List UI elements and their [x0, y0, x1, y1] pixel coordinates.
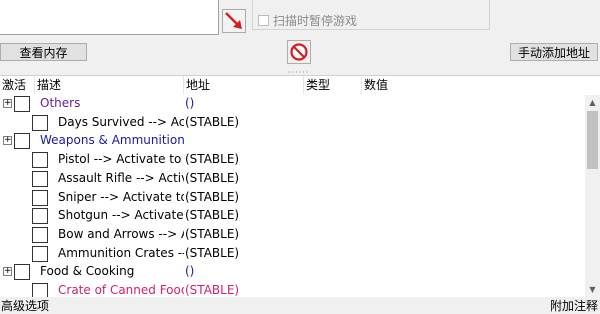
table-row[interactable]: Bow and Arrows --> Ac (STABLE)	[0, 226, 585, 244]
table-row[interactable]: + Weapons & Ammunition	[0, 132, 585, 150]
activate-checkbox[interactable]	[14, 133, 30, 150]
red-arrow-icon	[225, 12, 242, 29]
expand-icon[interactable]: +	[3, 99, 12, 108]
add-address-label: 手动添加地址	[517, 45, 590, 60]
row-address: ()	[185, 96, 195, 110]
scroll-down-arrow-icon[interactable]: ▼	[585, 282, 600, 297]
column-header-active[interactable]: 激活	[0, 76, 35, 94]
view-memory-label: 查看内存	[19, 45, 68, 60]
row-address: (STABLE)	[185, 152, 240, 167]
row-address: (STABLE)	[185, 170, 240, 185]
row-description: Sniper --> Activate to F	[58, 189, 184, 204]
scroll-up-arrow-icon[interactable]: ▲	[585, 95, 600, 110]
cheat-table-list[interactable]: 激活 描述 地址 类型 数值 + Others() Days Survived --…	[0, 75, 600, 299]
row-description: Others	[40, 96, 81, 110]
activate-checkbox[interactable]	[32, 208, 48, 225]
row-address: (STABLE)	[185, 226, 240, 241]
clear-list-button[interactable]	[287, 40, 311, 64]
found-address-list-panel[interactable]	[0, 0, 219, 35]
row-description: Crate of Canned Food	[58, 283, 184, 297]
bottom-bar: 高级选项 附加注释	[0, 297, 600, 313]
row-description: Bow and Arrows --> Ac	[58, 226, 184, 241]
table-row[interactable]: Pistol --> Activate to Fr (STABLE)	[0, 151, 585, 169]
table-row[interactable]: Sniper --> Activate to F(STABLE)	[0, 189, 585, 207]
expand-icon[interactable]: +	[3, 136, 12, 146]
add-comment-link[interactable]: 附加注释	[550, 297, 598, 314]
column-header-type[interactable]: 类型	[304, 76, 362, 94]
row-address: (STABLE)	[185, 189, 240, 204]
expand-icon[interactable]: +	[3, 267, 12, 277]
table-row[interactable]: Days Survived --> Activ(STABLE)	[0, 114, 585, 132]
no-entry-icon	[290, 43, 308, 61]
table-header: 激活 描述 地址 类型 数值	[0, 76, 600, 94]
activate-checkbox[interactable]	[32, 152, 48, 169]
table-row[interactable]: Ammunition Crates --> (STABLE)	[0, 245, 585, 263]
activate-checkbox[interactable]	[32, 114, 48, 131]
pause-game-label: 扫描时暂停游戏	[273, 14, 358, 28]
row-description: Assault Rifle --> Activat	[58, 170, 184, 185]
row-description: Days Survived --> Activ	[58, 114, 184, 129]
row-address: (STABLE)	[185, 208, 240, 223]
view-memory-button[interactable]: 查看内存	[0, 43, 87, 61]
row-description: Weapons & Ammunition	[40, 133, 184, 148]
activate-checkbox[interactable]	[14, 264, 30, 281]
table-row[interactable]: Shotgun --> Activate to(STABLE)	[0, 207, 585, 225]
activate-checkbox[interactable]	[14, 96, 30, 112]
column-header-address[interactable]: 地址	[184, 76, 304, 94]
column-header-description[interactable]: 描述	[35, 76, 184, 94]
vertical-scrollbar[interactable]: ▲ ▼	[585, 95, 600, 297]
activate-checkbox[interactable]	[32, 189, 48, 206]
column-header-value[interactable]: 数值	[362, 76, 585, 94]
activate-checkbox[interactable]	[32, 170, 48, 187]
pause-game-checkbox-box[interactable]	[258, 15, 269, 26]
add-to-list-arrow-button[interactable]	[222, 9, 246, 33]
activate-checkbox[interactable]	[32, 245, 48, 262]
pause-game-checkbox[interactable]: 扫描时暂停游戏	[258, 12, 357, 29]
scroll-thumb[interactable]	[587, 111, 598, 169]
row-description: Ammunition Crates -->	[58, 245, 184, 260]
advanced-options-link[interactable]: 高级选项	[1, 297, 49, 314]
row-address: (STABLE)	[185, 245, 240, 260]
row-description: Shotgun --> Activate to	[58, 208, 184, 223]
row-address: ()	[185, 264, 195, 279]
row-address: (STABLE)	[185, 114, 240, 129]
table-row[interactable]: Assault Rifle --> Activat(STABLE)	[0, 170, 585, 188]
activate-checkbox[interactable]	[32, 226, 48, 243]
row-address: (STABLE)	[185, 283, 240, 297]
add-address-manually-button[interactable]: 手动添加地址	[510, 43, 598, 61]
row-description: Food & Cooking	[40, 264, 135, 279]
table-row[interactable]: + Others ()	[0, 95, 585, 113]
table-row[interactable]: + Food & Cooking ()	[0, 263, 585, 281]
row-description: Pistol --> Activate to Fr	[58, 152, 184, 167]
